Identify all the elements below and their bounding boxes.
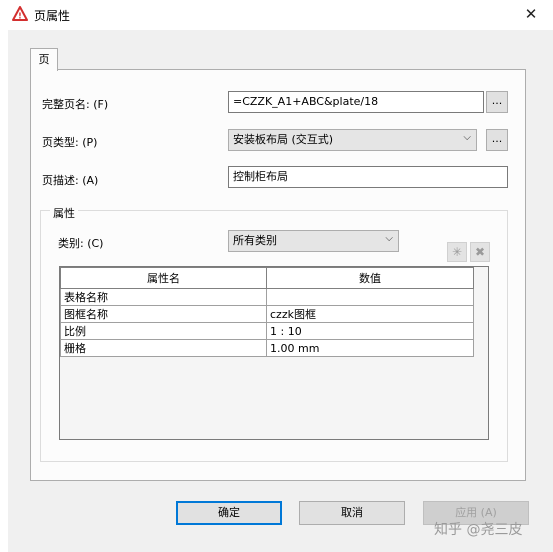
full-name-input[interactable]: =CZZK_A1+ABC&plate/18 [228,91,484,113]
page-type-browse-button[interactable]: ... [486,129,508,151]
close-icon[interactable]: ✕ [519,3,543,25]
table-row[interactable]: 栅格 1.00 mm [60,339,474,357]
cancel-button[interactable]: 取消 [299,501,405,525]
page-type-select[interactable]: 安装板布局 (交互式) ⌵ [228,129,477,151]
chevron-down-icon: ⌵ [385,233,393,244]
title-bar: ! 页属性 ✕ [0,0,553,30]
svg-text:!: ! [18,12,22,21]
property-value-cell[interactable] [266,288,474,306]
table-row[interactable]: 表格名称 [60,288,474,306]
full-name-browse-button[interactable]: ... [486,91,508,113]
delete-property-icon[interactable]: ✖ [470,242,490,262]
property-name-cell[interactable]: 比例 [60,322,267,340]
column-header-value[interactable]: 数值 [266,267,474,289]
add-property-icon[interactable]: ✳ [447,242,467,262]
window-edge [0,30,8,552]
properties-grid: 属性名 数值 表格名称 图框名称 czzk图框 比例 1 : 10 栅格 1.0… [59,266,489,440]
property-value-cell[interactable]: 1 : 10 [266,322,474,340]
chevron-down-icon: ⌵ [463,132,471,143]
category-label: 类别: (C) [58,237,104,250]
page-type-label: 页类型: (P) [42,136,98,149]
category-select[interactable]: 所有类别 ⌵ [228,230,399,252]
ok-button[interactable]: 确定 [176,501,282,525]
table-row[interactable]: 比例 1 : 10 [60,322,474,340]
property-name-cell[interactable]: 图框名称 [60,305,267,323]
watermark: 知乎 @尧三皮 [434,522,523,538]
properties-group-title: 属性 [50,205,78,221]
warning-triangle-icon: ! [12,6,28,22]
property-name-cell[interactable]: 栅格 [60,339,267,357]
full-name-label: 完整页名: (F) [42,98,109,111]
category-value: 所有类别 [233,234,277,247]
window-title: 页属性 [34,9,71,23]
tab-page[interactable]: 页 [30,48,58,71]
property-name-cell[interactable]: 表格名称 [60,288,267,306]
page-properties-dialog: ! 页属性 ✕ 页 完整页名: (F) =CZZK_A1+ABC&plate/1… [0,0,553,552]
page-type-value: 安装板布局 (交互式) [233,133,334,146]
property-value-cell[interactable]: czzk图框 [266,305,474,323]
column-header-name[interactable]: 属性名 [60,267,267,289]
description-label: 页描述: (A) [42,174,99,187]
description-input[interactable]: 控制柜布局 [228,166,508,188]
property-value-cell[interactable]: 1.00 mm [266,339,474,357]
properties-table: 属性名 数值 表格名称 图框名称 czzk图框 比例 1 : 10 栅格 1.0… [60,267,474,357]
table-row[interactable]: 图框名称 czzk图框 [60,305,474,323]
